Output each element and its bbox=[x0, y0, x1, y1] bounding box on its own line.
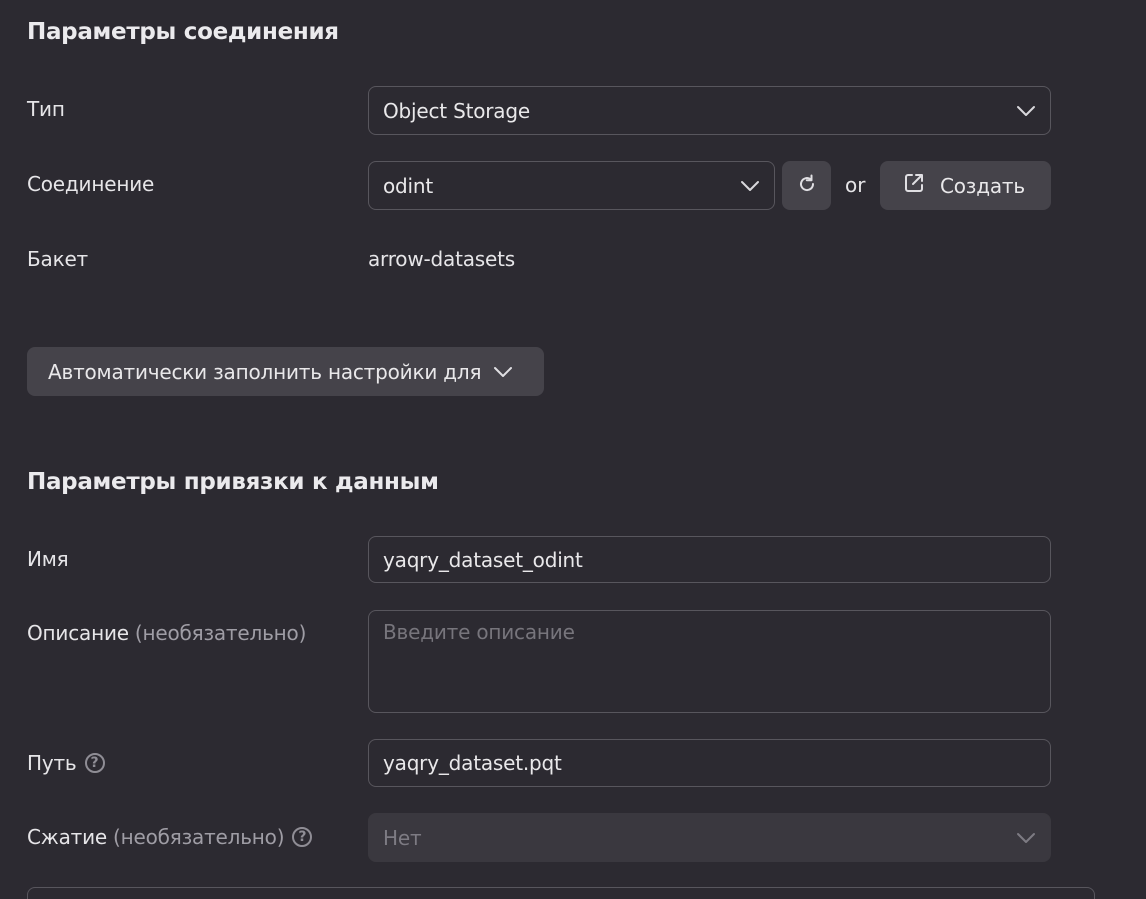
refresh-connections-button[interactable] bbox=[782, 161, 831, 210]
type-label-text: Тип bbox=[27, 97, 65, 121]
create-connection-button[interactable]: Создать bbox=[880, 161, 1051, 210]
type-label: Тип bbox=[27, 97, 65, 121]
compression-select: Нет bbox=[368, 813, 1051, 862]
compression-label: Сжатие (необязательно) ? bbox=[27, 825, 313, 849]
chevron-down-icon bbox=[1016, 832, 1036, 844]
help-icon[interactable]: ? bbox=[292, 827, 313, 847]
external-link-icon bbox=[902, 171, 926, 200]
refresh-icon bbox=[796, 173, 818, 199]
description-textarea[interactable]: Введите описание bbox=[368, 610, 1051, 713]
chevron-down-icon bbox=[493, 366, 513, 378]
compression-select-value: Нет bbox=[383, 825, 422, 850]
path-input-value: yaqry_dataset.pqt bbox=[383, 751, 562, 775]
description-placeholder: Введите описание bbox=[383, 620, 575, 644]
description-optional-text: (необязательно) bbox=[134, 621, 307, 645]
autofill-button-label: Автоматически заполнить настройки для bbox=[48, 359, 482, 384]
chevron-down-icon bbox=[1016, 105, 1036, 117]
connection-select[interactable]: odint bbox=[368, 161, 775, 210]
bucket-label: Бакет bbox=[27, 247, 88, 271]
bottom-panel bbox=[27, 887, 1095, 899]
connection-select-value: odint bbox=[383, 173, 434, 198]
help-icon[interactable]: ? bbox=[84, 753, 105, 773]
compression-label-text: Сжатие bbox=[27, 825, 107, 849]
connection-label: Соединение bbox=[27, 172, 154, 196]
or-text: or bbox=[845, 173, 866, 197]
description-label: Описание (необязательно) bbox=[27, 621, 306, 645]
type-select-value: Object Storage bbox=[383, 98, 530, 123]
connection-section-title: Параметры соединения bbox=[27, 19, 339, 45]
path-input[interactable]: yaqry_dataset.pqt bbox=[368, 739, 1051, 787]
name-label-text: Имя bbox=[27, 547, 69, 571]
description-label-text: Описание bbox=[27, 621, 129, 645]
path-label: Путь ? bbox=[27, 751, 105, 775]
name-label: Имя bbox=[27, 547, 69, 571]
path-label-text: Путь bbox=[27, 751, 77, 775]
create-button-label: Создать bbox=[940, 173, 1025, 198]
connection-label-text: Соединение bbox=[27, 172, 155, 196]
bucket-value: arrow-datasets bbox=[368, 247, 515, 271]
name-input-value: yaqry_dataset_odint bbox=[383, 547, 583, 572]
connection-form: Параметры соединения Тип Object Storage … bbox=[0, 0, 1146, 899]
binding-section-title: Параметры привязки к данным bbox=[27, 469, 439, 495]
name-input[interactable]: yaqry_dataset_odint bbox=[368, 536, 1051, 583]
compression-optional-text: (необязательно) bbox=[113, 825, 285, 849]
autofill-settings-button[interactable]: Автоматически заполнить настройки для bbox=[27, 347, 544, 396]
bucket-label-text: Бакет bbox=[27, 247, 89, 271]
type-select[interactable]: Object Storage bbox=[368, 86, 1051, 135]
chevron-down-icon bbox=[740, 180, 760, 192]
